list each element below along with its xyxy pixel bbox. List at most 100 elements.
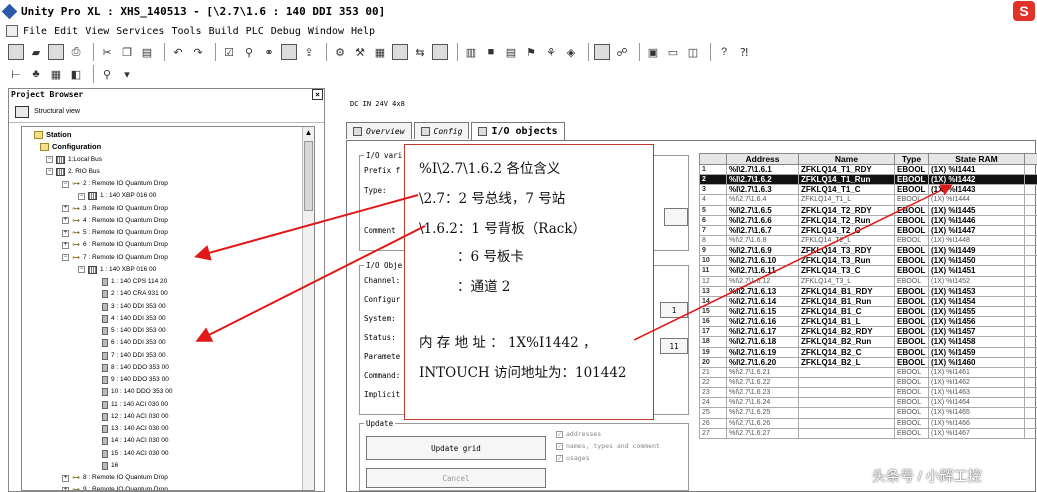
column-header-state-ram[interactable]: State RAM xyxy=(928,153,1025,165)
menu-help[interactable]: Help xyxy=(351,26,375,37)
window-split-icon[interactable]: ◫ xyxy=(685,44,701,60)
transfer-icon[interactable]: ⇆ xyxy=(412,44,428,60)
rebuild-icon[interactable]: ⚒ xyxy=(352,44,368,60)
expand-toggle-icon[interactable]: + xyxy=(62,205,69,212)
tree-item[interactable]: 9 : 140 DDO 353 00 xyxy=(102,374,169,386)
table-row[interactable]: 12 %I\2.7\1.6.12 ZFKLQ14_T3_L EBOOL (1X) %I1… xyxy=(699,275,1037,287)
table-row[interactable]: 5 %I\2.7\1.6.5 ZFKLQ14_T2_RDY EBOOL (1X) %I1… xyxy=(699,204,1037,216)
table-row[interactable]: 3 %I\2.7\1.6.3 ZFKLQ14_T1_C EBOOL (1X) %I144… xyxy=(699,184,1037,196)
expand-toggle-icon[interactable]: + xyxy=(62,217,69,225)
tree-item[interactable]: Configuration xyxy=(40,141,101,153)
copy-icon[interactable]: ❐ xyxy=(119,44,135,60)
menu-build[interactable]: Build xyxy=(209,26,239,37)
table-row[interactable]: 15 %I\2.7\1.6.15 ZFKLQ14_B1_C EBOOL (1X) %I1… xyxy=(699,305,1037,318)
zoom-dropdown-icon[interactable]: ▾ xyxy=(119,66,135,82)
tree-item[interactable]: + ⊶ 8 : Remote IO Quantum Drop xyxy=(62,472,168,484)
expand-toggle-icon[interactable]: − xyxy=(78,192,85,200)
table-icon[interactable] xyxy=(594,44,610,60)
tree-item[interactable]: − 2. RIO Bus xyxy=(46,166,100,178)
project-tree[interactable]: ▲ Station Configuration − 1:Local Bus − 2. RI… xyxy=(21,126,315,491)
table-row[interactable]: 14 %I\2.7\1.6.14 ZFKLQ14_B1_Run EBOOL (1X) %… xyxy=(699,295,1037,307)
tree-item[interactable]: 12 : 140 ACI 030 00 xyxy=(102,411,168,423)
names-types-checkbox[interactable]: ✓ names, types and comment xyxy=(556,442,660,450)
table-row[interactable]: 13 %I\2.7\1.6.13 ZFKLQ14_B1_RDY EBOOL (1X) %… xyxy=(699,285,1037,297)
build-icon[interactable]: ⚙ xyxy=(332,44,348,60)
context-help-icon[interactable]: ⁈ xyxy=(736,44,752,60)
table-row[interactable]: 27 %I\2.7\1.6.27 EBOOL (1X) %I1467 xyxy=(699,427,1037,439)
open-folder-icon[interactable]: ▰ xyxy=(28,44,44,60)
document-menu-icon[interactable] xyxy=(6,25,18,37)
stop-icon[interactable]: ■ xyxy=(483,44,499,60)
table-row[interactable]: 18 %I\2.7\1.6.18 ZFKLQ14_B2_Run EBOOL (1X) %… xyxy=(699,336,1037,348)
structural-view-icon[interactable] xyxy=(15,105,29,118)
tree-item[interactable]: 3 : 140 DDI 353 00 xyxy=(102,301,166,313)
tree-item[interactable]: − 1 : 140 XBP 016 00 xyxy=(78,264,156,276)
column-header-type[interactable]: Type xyxy=(894,153,929,165)
tree-item[interactable]: 14 : 140 ACI 030 00 xyxy=(102,435,168,447)
tree-item[interactable]: 8 : 140 DDO 353 00 xyxy=(102,362,169,374)
help-icon[interactable]: ? xyxy=(716,44,732,60)
tree-item[interactable]: 7 : 140 DDI 353 00 xyxy=(102,350,166,362)
tree-item[interactable]: − 1:Local Bus xyxy=(46,154,102,166)
expand-toggle-icon[interactable]: − xyxy=(46,156,53,163)
tree-item[interactable]: 11 : 140 ACI 030 00 xyxy=(102,399,168,411)
tree-item[interactable]: 1 : 140 CPS 114 20 xyxy=(102,276,167,288)
window-tile-icon[interactable]: ▭ xyxy=(665,44,681,60)
table-row[interactable]: 22 %I\2.7\1.6.22 EBOOL (1X) %I1462 xyxy=(699,376,1037,389)
tree-item[interactable]: + ⊶ 9 : Remote IO Quantum Drop xyxy=(62,484,168,490)
tree-item[interactable]: − ⊶ 7 : Remote IO Quantum Drop xyxy=(62,252,168,264)
tree-item[interactable]: 6 : 140 DDI 353 00 xyxy=(102,337,166,349)
monitor-icon[interactable] xyxy=(432,44,448,60)
expand-toggle-icon[interactable]: − xyxy=(62,254,69,261)
expand-toggle-icon[interactable]: + xyxy=(62,229,69,237)
io-objects-table[interactable]: Address Name Type State RAM 1 %I\2.7\1.6.… xyxy=(699,153,1037,439)
plc-connect-icon[interactable]: ▦ xyxy=(372,44,388,60)
tree-item[interactable]: + ⊶ 4 : Remote IO Quantum Drop xyxy=(62,215,168,227)
filter-icon[interactable]: ⚘ xyxy=(543,44,559,60)
expand-toggle-icon[interactable]: + xyxy=(62,486,69,490)
tree-item[interactable]: 13 : 140 ACI 030 00 xyxy=(102,423,168,435)
print-icon[interactable]: ⎙ xyxy=(68,44,84,60)
table-row[interactable]: 7 %I\2.7\1.6.7 ZFKLQ14_T2_C EBOOL (1X) %I144… xyxy=(699,224,1037,236)
plc-icon[interactable] xyxy=(392,44,408,60)
redo-icon[interactable]: ↷ xyxy=(190,44,206,60)
create-button[interactable] xyxy=(664,208,688,226)
addresses-checkbox[interactable]: ✓ addresses xyxy=(556,430,601,438)
tree-item[interactable]: 2 : 140 CRA 931 00 xyxy=(102,288,168,300)
watch-icon[interactable]: ◈ xyxy=(563,44,579,60)
expand-toggle-icon[interactable]: − xyxy=(62,180,69,188)
tree-item[interactable]: 15 : 140 ACI 030 00 xyxy=(102,448,168,460)
layout-icon[interactable]: ◧ xyxy=(68,66,84,82)
undo-icon[interactable]: ↶ xyxy=(170,44,186,60)
table-row[interactable]: 1 %I\2.7\1.6.1 ZFKLQ14_T1_RDY EBOOL (1X) %I1… xyxy=(699,163,1037,176)
table-row[interactable]: 25 %I\2.7\1.6.25 EBOOL (1X) %I1465 xyxy=(699,407,1037,419)
menu-tools[interactable]: Tools xyxy=(171,26,201,37)
usages-checkbox[interactable]: ✓ usages xyxy=(556,454,589,462)
menu-window[interactable]: Window xyxy=(308,26,344,37)
scrollbar-thumb[interactable] xyxy=(304,141,313,211)
tree-scrollbar[interactable]: ▲ xyxy=(302,127,314,490)
network-icon[interactable]: ♣ xyxy=(28,66,44,82)
tab-io-objects[interactable]: I/O objects xyxy=(471,122,565,140)
table-row[interactable]: 19 %I\2.7\1.6.19 ZFKLQ14_B2_C EBOOL (1X) %I1… xyxy=(699,346,1037,358)
update-grid-button[interactable]: Update grid xyxy=(366,436,546,460)
cut-icon[interactable]: ✂ xyxy=(99,44,115,60)
table-row[interactable]: 16 %I\2.7\1.6.16 ZFKLQ14_B1_L EBOOL (1X) %I1… xyxy=(699,316,1037,328)
screen-icon[interactable] xyxy=(281,44,297,60)
tab-overview[interactable]: Overview xyxy=(346,122,412,139)
table-row[interactable]: 9 %I\2.7\1.6.9 ZFKLQ14_T3_RDY EBOOL (1X) %I1… xyxy=(699,245,1037,257)
table-row[interactable]: 24 %I\2.7\1.6.24 EBOOL (1X) %I1464 xyxy=(699,397,1037,409)
table-row[interactable]: 10 %I\2.7\1.6.10 ZFKLQ14_T3_Run EBOOL (1X) %… xyxy=(699,255,1037,267)
menu-file[interactable]: File xyxy=(23,26,47,37)
menu-view[interactable]: View xyxy=(85,26,109,37)
column-header-address[interactable]: Address xyxy=(726,153,799,165)
table-row[interactable]: 20 %I\2.7\1.6.20 ZFKLQ14_B2_L EBOOL (1X) %I1… xyxy=(699,356,1037,368)
menu-services[interactable]: Services xyxy=(116,26,164,37)
column-header-name[interactable]: Name xyxy=(798,153,895,165)
table-row[interactable]: 11 %I\2.7\1.6.11 ZFKLQ14_T3_C EBOOL (1X) %I1… xyxy=(699,265,1037,277)
paste-icon[interactable]: ▤ xyxy=(139,44,155,60)
tab-config[interactable]: Config xyxy=(413,122,470,139)
save-icon[interactable] xyxy=(48,44,64,60)
binoculars-icon[interactable]: ☍ xyxy=(614,44,630,60)
menu-edit[interactable]: Edit xyxy=(54,26,78,37)
